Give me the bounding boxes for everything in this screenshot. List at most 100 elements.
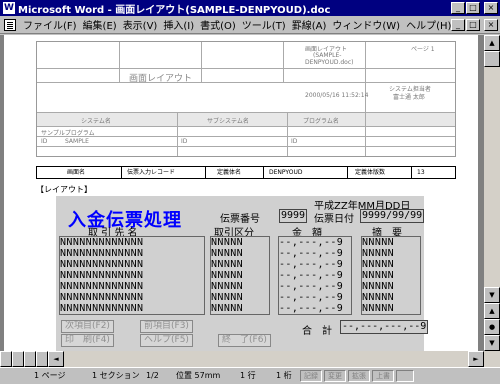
status-section: 1 セクション — [92, 371, 140, 380]
word-app-icon[interactable]: W — [3, 2, 15, 14]
spelling-status-icon[interactable] — [396, 370, 414, 382]
scroll-down-icon[interactable]: ▼ — [484, 287, 500, 303]
scroll-left-icon[interactable]: ◄ — [48, 351, 64, 367]
scroll-right-icon[interactable]: ► — [468, 351, 484, 367]
type-row: NNNNN — [211, 292, 244, 303]
header-doc-title: 画面レイアウト — [129, 74, 193, 84]
menu-help[interactable]: ヘルプ(H) — [403, 17, 454, 32]
select-browse-object-icon[interactable]: ● — [484, 319, 500, 335]
summary-row: NNNNN — [362, 281, 395, 292]
total-field[interactable]: --,---,---,--9 — [340, 320, 429, 334]
def-name-value: DENPYOUD — [269, 169, 303, 176]
def-count-value: 13 — [417, 169, 425, 176]
header-sample-line1: (SAMPLE- — [313, 52, 342, 59]
extend-selection-indicator[interactable]: 拡張 — [348, 370, 370, 382]
page-layout-view-icon[interactable] — [24, 351, 36, 367]
title-bar: W Microsoft Word - 画面レイアウト(SAMPLE-DENPYO… — [0, 0, 500, 16]
prev-item-button[interactable]: 前項目(F3) — [140, 320, 193, 333]
amount-row: --,---,--9 — [279, 237, 344, 248]
document-icon[interactable] — [4, 18, 16, 31]
amount-row: --,---,--9 — [279, 303, 344, 314]
normal-view-icon[interactable] — [0, 351, 12, 367]
doc-close-button[interactable]: × — [484, 19, 498, 31]
doc-minimize-button[interactable]: _ — [451, 19, 465, 31]
status-page: 1 ページ — [34, 371, 66, 380]
amount-column[interactable]: --,---,--9 --,---,--9 --,---,--9 --,---,… — [278, 236, 352, 315]
status-column: 1 桁 — [276, 371, 292, 380]
summary-row: NNNNN — [362, 303, 395, 314]
customer-row: NNNNNNNNNNNNN — [60, 292, 144, 303]
minimize-button[interactable]: _ — [451, 2, 465, 14]
status-pages: 1/2 — [146, 371, 159, 380]
next-item-button[interactable]: 次項目(F2) — [61, 320, 114, 333]
menu-insert[interactable]: 挿入(I) — [160, 17, 197, 32]
scroll-up-icon[interactable]: ▲ — [484, 35, 500, 51]
def-count-label: 定義体版数 — [355, 169, 386, 176]
screen-name-value: 伝票入力レコード — [127, 169, 176, 176]
amount-row: --,---,--9 — [279, 248, 344, 259]
total-label: 合 計 — [302, 326, 332, 337]
status-position: 位置 57mm — [176, 371, 221, 380]
type-row: NNNNN — [211, 303, 244, 314]
customer-row: NNNNNNNNNNNNN — [60, 303, 144, 314]
close-button[interactable]: × — [484, 2, 498, 14]
prev-page-icon[interactable]: ▲ — [484, 303, 500, 319]
next-page-icon[interactable]: ▼ — [484, 335, 500, 351]
record-macro-indicator[interactable]: 記録 — [300, 370, 322, 382]
id-label: ID — [41, 138, 48, 145]
horizontal-scrollbar[interactable]: ◄ ► — [0, 351, 500, 367]
document-window-controls: _ □ × — [451, 19, 498, 31]
menu-file[interactable]: ファイル(F) — [20, 17, 80, 32]
window-controls: _ □ × — [451, 2, 498, 14]
amount-row: --,---,--9 — [279, 281, 344, 292]
window-title: Microsoft Word - 画面レイアウト(SAMPLE-DENPYOUD… — [18, 4, 331, 16]
menu-window[interactable]: ウィンドウ(W) — [329, 17, 403, 32]
header-sample-line2: DENPYOUD.doc) — [305, 59, 354, 66]
layout-section-label: 【レイアウト】 — [36, 185, 92, 194]
vertical-scrollbar[interactable]: ▲ ▼ ▲ ● ▼ — [484, 35, 500, 351]
type-row: NNNNN — [211, 259, 244, 270]
amount-row: --,---,--9 — [279, 270, 344, 281]
outline-view-icon[interactable] — [36, 351, 48, 367]
screen-layout-panel: 平成ZZ年MM月DD日 入金伝票処理 伝票番号 9999 伝票日付 9999/9… — [56, 196, 429, 351]
summary-row: NNNNN — [362, 270, 395, 281]
customer-row: NNNNNNNNNNNNN — [60, 270, 144, 281]
print-button[interactable]: 印 刷(F4) — [61, 334, 114, 347]
menu-view[interactable]: 表示(V) — [120, 17, 161, 32]
menu-table[interactable]: 罫線(A) — [289, 17, 330, 32]
system-name-label: システム名 — [81, 118, 111, 125]
track-changes-indicator[interactable]: 変更 — [324, 370, 346, 382]
summary-column[interactable]: NNNNN NNNNN NNNNN NNNNN NNNNN NNNNN NNNN… — [361, 236, 421, 315]
slip-no-field[interactable]: 9999 — [279, 209, 308, 223]
type-row: NNNNN — [211, 248, 244, 259]
overtype-indicator[interactable]: 上書 — [372, 370, 394, 382]
doc-restore-button[interactable]: □ — [466, 19, 480, 31]
customer-row: NNNNNNNNNNNNN — [60, 259, 144, 270]
summary-row: NNNNN — [362, 237, 395, 248]
exit-button[interactable]: 終 了(F6) — [218, 334, 271, 347]
online-layout-view-icon[interactable] — [12, 351, 24, 367]
customer-row: NNNNNNNNNNNNN — [60, 248, 144, 259]
header-page-label: ページ 1 — [411, 46, 435, 53]
type-row: NNNNN — [211, 237, 244, 248]
subprogram-label: サンプルプログラム — [41, 130, 95, 137]
menu-bar: ファイル(F) 編集(E) 表示(V) 挿入(I) 書式(O) ツール(T) 罫… — [0, 16, 500, 34]
subsystem-name-label: サブシステム名 — [207, 118, 249, 125]
summary-row: NNNNN — [362, 248, 395, 259]
menu-tools[interactable]: ツール(T) — [239, 17, 289, 32]
vertical-scroll-thumb[interactable] — [484, 51, 500, 67]
summary-row: NNNNN — [362, 259, 395, 270]
summary-row: NNNNN — [362, 292, 395, 303]
screen-name-label: 画面名 — [67, 169, 86, 176]
status-line: 1 行 — [240, 371, 256, 380]
customer-column[interactable]: NNNNNNNNNNNNN NNNNNNNNNNNNN NNNNNNNNNNNN… — [59, 236, 205, 315]
help-button[interactable]: ヘルプ(F5) — [140, 334, 193, 347]
program-name-label: プログラム名 — [303, 118, 339, 125]
type-column[interactable]: NNNNN NNNNN NNNNN NNNNN NNNNN NNNNN NNNN… — [210, 236, 270, 315]
menu-edit[interactable]: 編集(E) — [80, 17, 120, 32]
menu-format[interactable]: 書式(O) — [197, 17, 239, 32]
slip-date-field[interactable]: 9999/99/99 — [360, 209, 425, 223]
maximize-button[interactable]: □ — [466, 2, 480, 14]
def-name-label: 定義体名 — [217, 169, 242, 176]
slip-date-label: 伝票日付 — [314, 214, 354, 225]
